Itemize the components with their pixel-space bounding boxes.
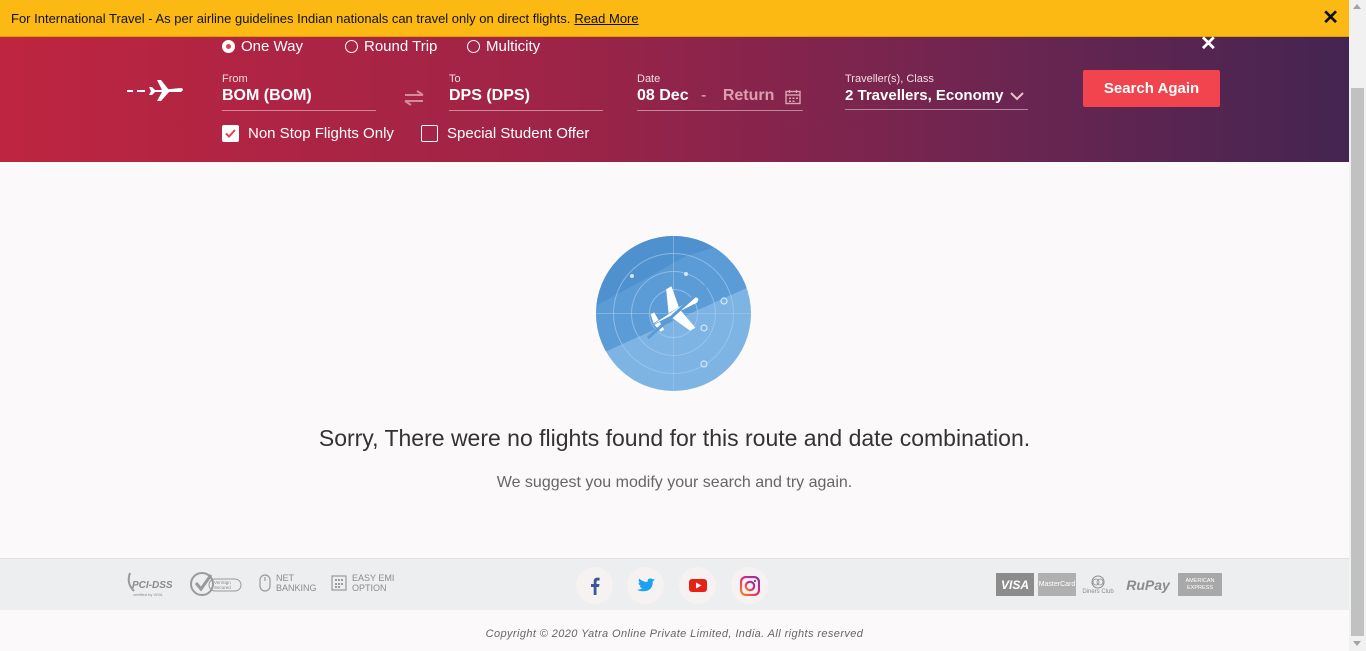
trip-type-multicity[interactable]: Multicity [467,38,540,55]
american-express-logo: AMERICAN EXPRESS [1178,573,1222,596]
diners-club-icon [1091,575,1105,588]
scrollbar-thumb[interactable] [1351,88,1364,636]
student-offer-checkbox[interactable]: Special Student Offer [421,125,589,142]
svg-text:certified by VISA: certified by VISA [133,592,163,597]
trip-type-label: One Way [241,38,303,55]
pci-dss-badge: PCI-DSS certified by VISA [124,569,173,601]
diners-club-logo: Diners Club [1080,573,1116,596]
from-value: BOM (BOM) [222,87,312,104]
easy-emi-text: EASY EMI [352,573,395,583]
notice-text: For International Travel - As per airlin… [11,11,571,26]
scroll-down-arrow-icon[interactable] [1353,641,1361,646]
trip-type-label: Round Trip [364,38,438,55]
no-flights-subtitle: We suggest you modify your search and tr… [496,474,853,491]
student-offer-label: Special Student Offer [447,125,590,142]
travellers-value: 2 Travellers, Economy [845,87,1004,104]
date-field[interactable]: Date 08 Dec - Return [637,73,803,111]
close-search-icon[interactable]: ✕ [1200,31,1217,56]
trip-type-one-way[interactable]: One Way [222,38,303,55]
chevron-down-icon[interactable] [1010,92,1024,101]
non-stop-label: Non Stop Flights Only [248,125,394,142]
youtube-icon [688,579,707,592]
verisign-badge: VeriSign Secured [189,569,244,601]
facebook-icon [590,577,600,595]
twitter-link[interactable] [627,567,664,604]
visa-logo: VISA [996,573,1034,596]
youtube-link[interactable] [679,567,716,604]
close-notice-icon[interactable]: ✕ [1322,0,1339,37]
travellers-underline [845,109,1028,110]
easy-emi-text: OPTION [352,583,387,593]
checkbox-checked-icon [222,125,239,142]
no-flights-radar-icon [596,236,751,391]
to-underline [449,110,603,111]
to-label: To [449,73,461,85]
footer-bar: PCI-DSS certified by VISA VeriSign Secur… [0,558,1349,610]
radio-selected-icon [222,40,235,53]
calculator-icon [331,575,347,591]
svg-text:PCI-DSS: PCI-DSS [132,580,172,591]
no-flights-title: Sorry, There were no flights found for t… [318,425,1031,451]
date-underline [637,110,803,111]
search-modify-panel: ✕ One Way Round Trip Multicity From BOM … [0,33,1349,162]
read-more-link[interactable]: Read More [574,11,638,26]
date-label: Date [637,73,661,85]
travellers-label: Traveller(s), Class [845,73,934,85]
copyright-text: Copyright © 2020 Yatra Online Private Li… [485,628,864,640]
checkbox-unchecked-icon [421,125,438,142]
to-value: DPS (DPS) [449,87,530,104]
trip-type-label: Multicity [486,38,541,55]
scroll-up-arrow-icon[interactable] [1353,4,1361,9]
travellers-class-field[interactable]: Traveller(s), Class 2 Travellers, Econom… [845,73,1028,110]
page-scrollbar[interactable] [1349,0,1366,651]
verisign-icon: VeriSign Secured [190,572,242,596]
twitter-icon [636,578,655,592]
instagram-icon [739,575,760,596]
radio-unselected-icon [345,40,358,53]
net-banking-badge: NET BANKING [258,573,317,593]
from-underline [222,110,376,111]
date-values: 08 Dec - Return [637,87,803,105]
international-travel-notice: For International Travel - As per airlin… [0,0,1349,37]
calendar-icon[interactable] [785,89,801,105]
instagram-link[interactable] [731,567,768,604]
net-banking-text: NET [276,573,294,583]
svg-text:Secured: Secured [214,585,231,590]
net-banking-text: BANKING [276,583,317,593]
mastercard-logo: MasterCard [1038,573,1076,596]
swap-cities-icon[interactable] [402,89,426,107]
return-date[interactable]: Return [723,87,775,104]
search-again-button[interactable]: Search Again [1083,70,1220,107]
flight-plane-icon [127,80,183,101]
date-separator: - [701,87,707,104]
pci-dss-icon: PCI-DSS certified by VISA [127,572,173,597]
facebook-link[interactable] [576,567,613,604]
rupay-logo: RuPay [1126,576,1170,593]
departure-date: 08 Dec [637,87,689,104]
diners-club-text: Diners Club [1082,588,1114,595]
from-field[interactable]: From BOM (BOM) [222,73,376,111]
radio-unselected-icon [467,40,480,53]
to-field[interactable]: To DPS (DPS) [449,73,603,111]
from-label: From [222,73,248,85]
non-stop-checkbox[interactable]: Non Stop Flights Only [222,125,394,142]
easy-emi-badge: EASY EMI OPTION [330,573,394,593]
mouse-icon [259,574,271,592]
trip-type-round-trip[interactable]: Round Trip [345,38,437,55]
